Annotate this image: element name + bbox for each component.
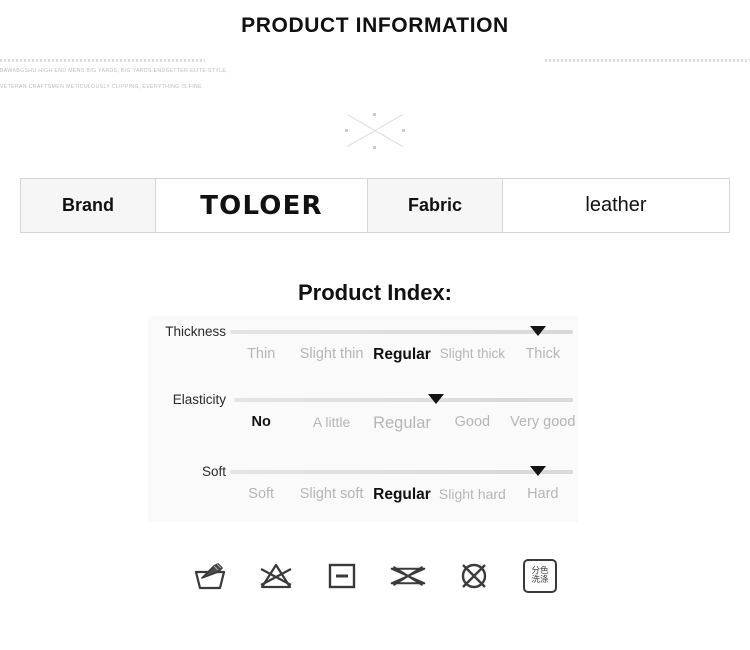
index-row-thickness-scale: Thin Slight thin Regular Slight thick Thick bbox=[148, 346, 578, 380]
wash-separately-text: 分色 洗涤 bbox=[531, 566, 549, 586]
index-option-thickness-3[interactable]: Slight thick bbox=[437, 346, 507, 361]
index-row-elasticity-label: Elasticity bbox=[172, 392, 226, 407]
spec-fabric-key-label: Fabric bbox=[407, 195, 463, 215]
page-header: PRODUCT INFORMATION bbox=[0, 0, 750, 38]
index-row-soft-marker bbox=[530, 466, 546, 476]
index-row-soft-track[interactable] bbox=[230, 470, 573, 474]
index-option-soft-3[interactable]: Slight hard bbox=[437, 486, 507, 502]
index-option-elasticity-4[interactable]: Very good bbox=[508, 414, 578, 430]
index-option-elasticity-0[interactable]: No bbox=[226, 414, 296, 430]
x-dot-top bbox=[373, 113, 376, 116]
index-row-thickness-label: Thickness bbox=[165, 324, 226, 339]
spec-table: Brand TOLOER Fabric leather bbox=[20, 178, 730, 233]
index-option-soft-4[interactable]: Hard bbox=[508, 486, 578, 502]
spec-cell-fabric-key: Fabric bbox=[368, 179, 503, 232]
x-dot-right bbox=[402, 129, 405, 132]
index-row-thickness-marker bbox=[530, 326, 546, 336]
divider-left bbox=[0, 59, 205, 62]
index-row-elasticity: Elasticity No A little Regular Good Very goo… bbox=[148, 388, 578, 450]
spec-cell-brand-value: TOLOER bbox=[156, 179, 368, 232]
page-title: PRODUCT INFORMATION bbox=[241, 14, 509, 37]
index-option-thickness-1[interactable]: Slight thin bbox=[296, 346, 366, 362]
wash-separately-text-bottom: 洗涤 bbox=[531, 575, 549, 585]
index-option-thickness-4[interactable]: Thick bbox=[508, 346, 578, 362]
index-option-thickness-2[interactable]: Regular bbox=[367, 346, 437, 364]
spec-cell-fabric-value: leather bbox=[503, 179, 729, 232]
index-row-thickness: Thickness Thin Slight thin Regular Slight t… bbox=[148, 320, 578, 382]
decorative-x-ornament bbox=[345, 112, 405, 150]
index-row-soft: Soft Soft Slight soft Regular Slight hard Ha… bbox=[148, 460, 578, 522]
tumble-dry-low-icon bbox=[322, 556, 362, 596]
do-not-dry-clean-icon bbox=[454, 556, 494, 596]
x-dot-left bbox=[345, 129, 348, 132]
hand-wash-icon bbox=[190, 556, 230, 596]
x-dot-bottom bbox=[373, 146, 376, 149]
care-symbols-row: 分色 洗涤 bbox=[0, 556, 750, 596]
spec-cell-brand-key: Brand bbox=[21, 179, 156, 232]
index-option-elasticity-2[interactable]: Regular bbox=[367, 414, 437, 433]
index-row-elasticity-track[interactable] bbox=[234, 398, 573, 402]
index-row-thickness-track[interactable] bbox=[230, 330, 573, 334]
product-index-title: Product Index: bbox=[297, 280, 452, 305]
index-option-thickness-0[interactable]: Thin bbox=[226, 346, 296, 362]
index-option-elasticity-1[interactable]: A little bbox=[296, 414, 366, 430]
header-divider bbox=[0, 57, 750, 63]
slogan-line-1: BAWABGSHU HIGH END MENS BIG YARDS, BIG Y… bbox=[0, 68, 228, 74]
wash-separately-icon: 分色 洗涤 bbox=[520, 556, 560, 596]
do-not-wring-icon bbox=[388, 556, 428, 596]
index-option-soft-0[interactable]: Soft bbox=[226, 486, 296, 502]
index-option-soft-2[interactable]: Regular bbox=[367, 486, 437, 504]
wash-separately-box: 分色 洗涤 bbox=[523, 559, 557, 593]
product-index-panel: Thickness Thin Slight thin Regular Slight t… bbox=[148, 316, 578, 522]
index-row-soft-label: Soft bbox=[201, 464, 226, 479]
do-not-bleach-icon bbox=[256, 556, 296, 596]
index-row-elasticity-scale: No A little Regular Good Very good bbox=[148, 414, 578, 448]
index-option-elasticity-3[interactable]: Good bbox=[437, 414, 507, 430]
index-row-elasticity-marker bbox=[428, 394, 444, 404]
spec-brand-key-label: Brand bbox=[61, 195, 114, 215]
divider-right bbox=[545, 59, 750, 62]
slogan-line-2: VETERAN CRAFTSMEN METICULOUSLY CLIPPING,… bbox=[0, 84, 202, 90]
index-row-soft-scale: Soft Slight soft Regular Slight hard Hard bbox=[148, 486, 578, 520]
index-option-soft-1[interactable]: Slight soft bbox=[296, 486, 366, 502]
spec-fabric-value-label: leather bbox=[585, 194, 647, 216]
spec-brand-value-label: TOLOER bbox=[200, 190, 323, 221]
